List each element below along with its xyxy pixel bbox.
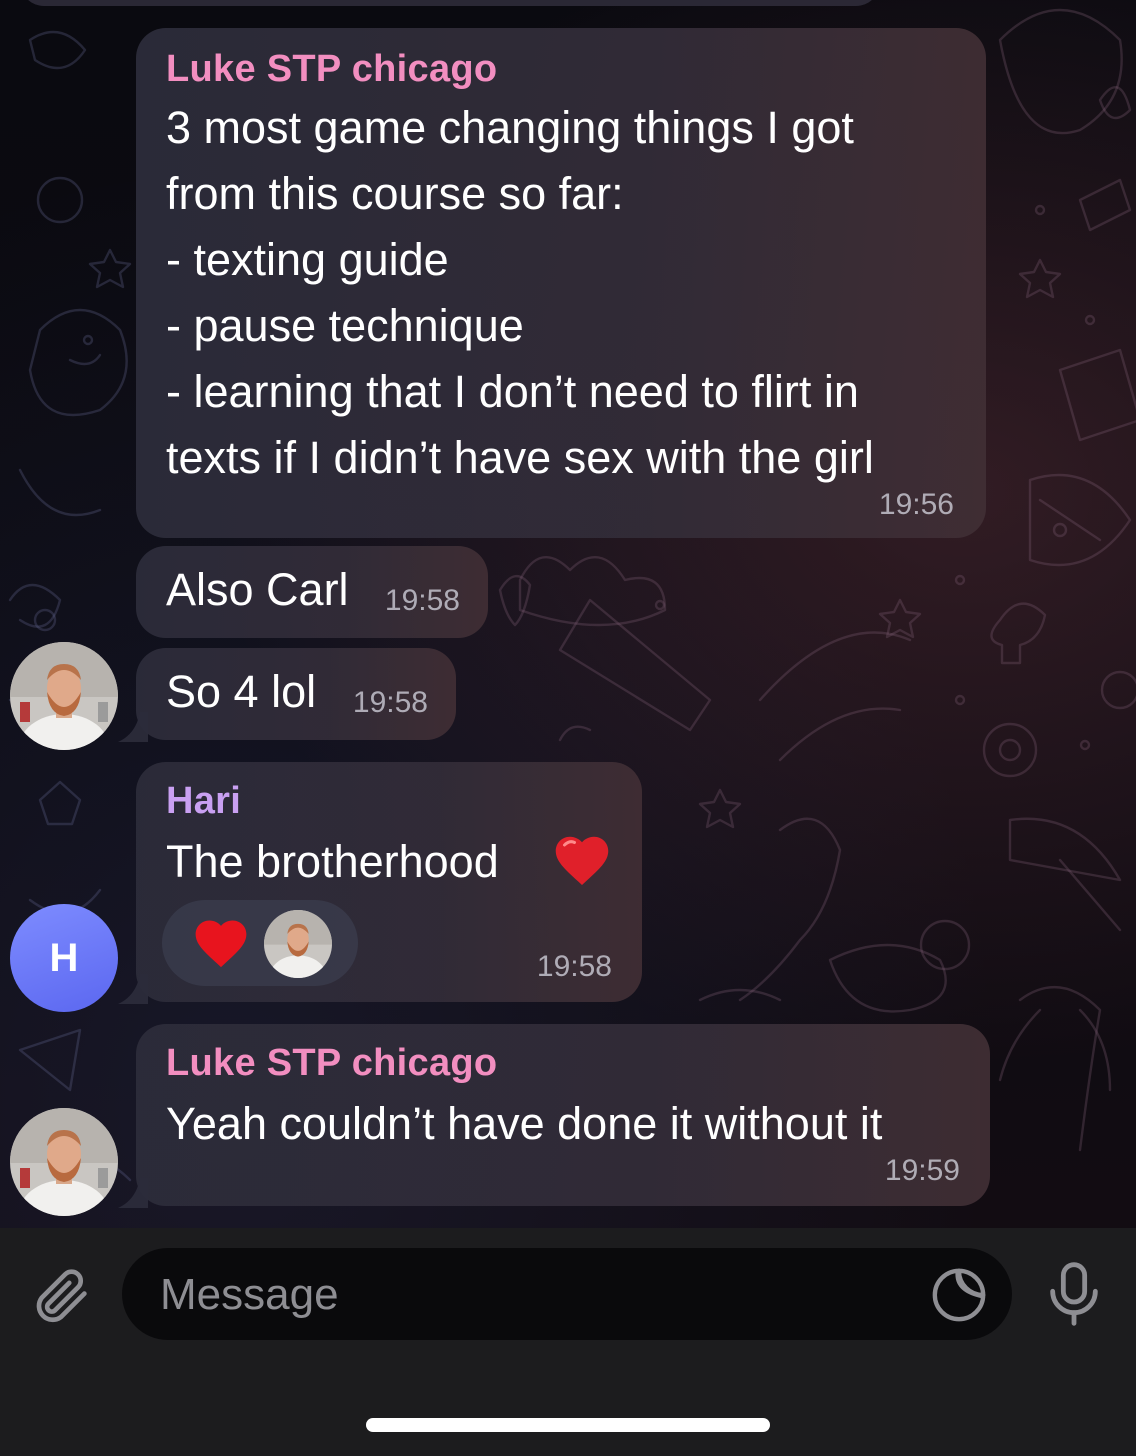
user-photo bbox=[10, 1108, 118, 1216]
message-sender[interactable]: Luke STP chicago bbox=[166, 48, 497, 91]
user-photo bbox=[10, 642, 118, 750]
heart-emoji-icon bbox=[555, 836, 609, 885]
previous-message-bubble bbox=[20, 0, 880, 6]
message-bubble-3[interactable]: So 4 lol 19:58 bbox=[136, 648, 456, 740]
message-input[interactable]: Message bbox=[122, 1248, 1012, 1340]
microphone-icon[interactable] bbox=[1042, 1258, 1106, 1330]
message-line: 3 most game changing things I got bbox=[166, 102, 854, 153]
message-line: from this course so far: bbox=[166, 168, 624, 219]
bubble-tail bbox=[118, 712, 148, 742]
message-bubble-5[interactable]: Luke STP chicago Yeah couldn’t have done… bbox=[136, 1024, 990, 1206]
message-time: 19:56 bbox=[878, 488, 954, 521]
home-indicator[interactable] bbox=[366, 1418, 770, 1432]
chat-background: Luke STP chicago 3 most game changing th… bbox=[0, 0, 1136, 1228]
message-sender[interactable]: Luke STP chicago bbox=[166, 1042, 497, 1085]
avatar[interactable] bbox=[10, 642, 118, 750]
message-time: 19:59 bbox=[884, 1154, 960, 1187]
message-text: The brotherhood bbox=[166, 836, 499, 887]
message-text: Yeah couldn’t have done it without it bbox=[166, 1098, 883, 1149]
bubble-tail bbox=[118, 974, 148, 1004]
avatar[interactable]: H bbox=[10, 904, 118, 1012]
message-line: texts if I didn’t have sex with the girl bbox=[166, 432, 874, 483]
sticker-icon[interactable] bbox=[930, 1266, 988, 1324]
paperclip-icon[interactable] bbox=[28, 1260, 94, 1330]
message-line: - texting guide bbox=[166, 234, 449, 285]
bubble-tail bbox=[118, 1178, 148, 1208]
user-photo bbox=[264, 910, 332, 978]
message-bubble-2[interactable]: Also Carl 19:58 bbox=[136, 546, 488, 638]
reactor-avatar bbox=[264, 910, 332, 978]
message-text: So 4 lol bbox=[166, 666, 317, 717]
avatar[interactable] bbox=[10, 1108, 118, 1216]
reactions-pill[interactable] bbox=[162, 900, 358, 986]
message-sender[interactable]: Hari bbox=[166, 780, 241, 823]
message-placeholder: Message bbox=[160, 1270, 339, 1319]
message-text: Also Carl bbox=[166, 564, 349, 615]
message-time: 19:58 bbox=[352, 686, 428, 719]
message-time: 19:58 bbox=[536, 950, 612, 983]
message-line: - learning that I don’t need to flirt in bbox=[166, 366, 859, 417]
message-line: - pause technique bbox=[166, 300, 524, 351]
message-time: 19:58 bbox=[384, 584, 460, 617]
heart-icon bbox=[195, 920, 247, 968]
message-bubble-1[interactable]: Luke STP chicago 3 most game changing th… bbox=[136, 28, 986, 538]
message-input-bar: Message bbox=[0, 1228, 1136, 1456]
